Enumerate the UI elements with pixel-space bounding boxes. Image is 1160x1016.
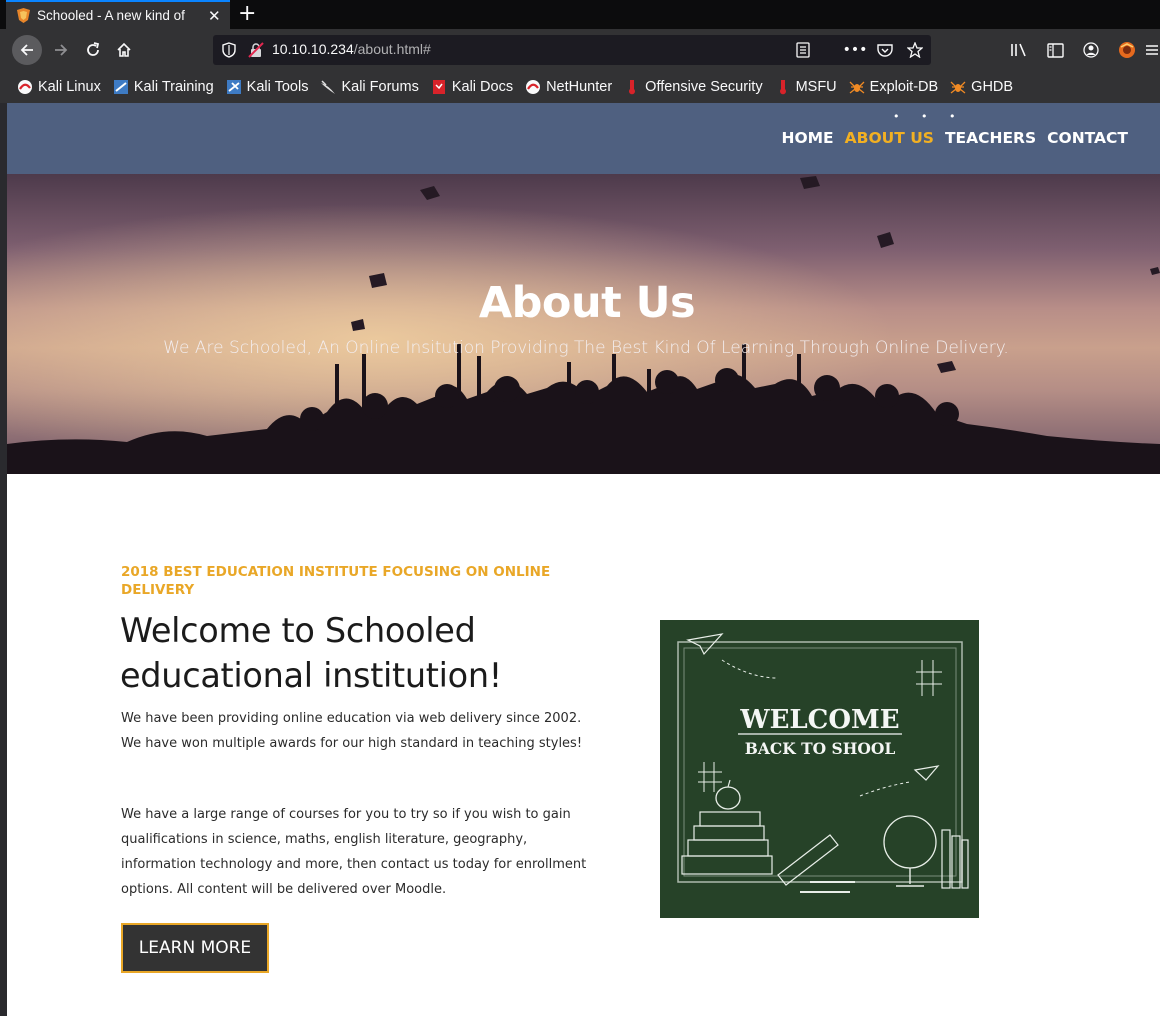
window-edge xyxy=(0,103,7,1016)
bookmark-label: Kali Tools xyxy=(246,79,309,95)
new-tab-button[interactable]: + xyxy=(238,2,256,26)
url-bar[interactable]: 10.10.10.234/about.html# ••• xyxy=(213,35,931,65)
kali-tools-icon xyxy=(226,79,242,95)
forward-button[interactable] xyxy=(46,35,76,65)
nav-link-contact[interactable]: CONTACT xyxy=(1047,129,1128,147)
bookmarks-toolbar: Kali Linux Kali Training Kali Tools Kali Fo… xyxy=(0,71,1160,103)
divider xyxy=(823,40,835,60)
nav-link-home[interactable]: HOME xyxy=(781,129,833,147)
bookmark-kali-forums[interactable]: Kali Forums xyxy=(320,79,419,95)
bookmark-label: Offensive Security xyxy=(645,79,763,95)
reload-icon xyxy=(87,42,100,56)
welcome-heading: Welcome to Schooled educational institut… xyxy=(120,611,502,695)
award-tagline: 2018 BEST EDUCATION INSTITUTE FOCUSING O… xyxy=(121,564,551,598)
chalkboard-line-1: WELCOME xyxy=(739,705,899,735)
reader-view-icon[interactable] xyxy=(793,40,813,60)
web-page: • • • HOME ABOUT US TEACHERS CONTACT Abo… xyxy=(7,103,1160,1016)
home-icon xyxy=(117,42,131,57)
bookmark-label: GHDB xyxy=(971,79,1014,95)
bookmark-kali-tools[interactable]: Kali Tools xyxy=(226,79,309,95)
spider-icon xyxy=(950,79,966,95)
reload-button[interactable] xyxy=(78,35,108,65)
page-title: About Us xyxy=(478,278,696,328)
close-tab-icon[interactable]: ✕ xyxy=(208,7,221,25)
back-button[interactable] xyxy=(12,35,42,65)
kali-training-icon xyxy=(113,79,129,95)
active-tab[interactable]: Schooled - A new kind of ✕ xyxy=(6,0,230,29)
tab-title: Schooled - A new kind of xyxy=(37,8,185,23)
insecure-lock-icon[interactable] xyxy=(248,42,264,62)
url-text[interactable]: 10.10.10.234/about.html# xyxy=(272,41,431,57)
bookmark-label: Kali Linux xyxy=(38,79,101,95)
menu-icon[interactable] xyxy=(1144,35,1160,65)
hero-banner: About Us We Are Schooled, An Online Insi… xyxy=(7,174,1160,474)
shield-icon[interactable] xyxy=(222,42,236,62)
tab-bar: Schooled - A new kind of ✕ + xyxy=(0,0,1160,29)
library-icon[interactable] xyxy=(1006,37,1032,63)
more-actions-icon[interactable]: ••• xyxy=(843,40,868,60)
navigation-toolbar: 10.10.10.234/about.html# ••• xyxy=(0,29,1160,71)
bookmark-offensive-security[interactable]: Offensive Security xyxy=(624,79,763,95)
pocket-icon[interactable] xyxy=(875,40,895,60)
bookmark-exploit-db[interactable]: Exploit-DB xyxy=(849,79,939,95)
site-header: • • • HOME ABOUT US TEACHERS CONTACT xyxy=(7,103,1160,174)
bookmark-label: NetHunter xyxy=(546,79,613,95)
kali-icon xyxy=(17,79,33,95)
kali-docs-icon xyxy=(431,79,447,95)
extension-icon[interactable] xyxy=(1114,37,1140,63)
chalkboard-line-2: BACK TO SHOOL xyxy=(745,739,896,758)
active-nav-indicator: • • • xyxy=(893,110,965,123)
page-subtitle: We Are Schooled, An Online Insitution Pr… xyxy=(163,338,1009,358)
bookmark-msfu[interactable]: MSFU xyxy=(775,79,837,95)
bookmark-label: MSFU xyxy=(795,79,837,95)
about-paragraph-1: We have been providing online education … xyxy=(121,711,583,751)
kali-dragon-icon xyxy=(320,79,336,95)
bookmark-label: Kali Training xyxy=(133,79,214,95)
spider-icon xyxy=(849,79,865,95)
offsec-icon xyxy=(624,79,640,95)
bookmark-kali-linux[interactable]: Kali Linux xyxy=(17,79,101,95)
bookmark-ghdb[interactable]: GHDB xyxy=(950,79,1013,95)
arrow-left-icon xyxy=(20,44,33,56)
about-paragraph-2: We have a large range of courses for you… xyxy=(121,807,587,897)
account-icon[interactable] xyxy=(1078,37,1104,63)
star-icon[interactable] xyxy=(905,40,925,60)
chalkboard-image: WELCOME BACK TO SHOOL xyxy=(660,620,979,918)
bookmark-label: Kali Forums xyxy=(341,79,419,95)
bookmark-label: Kali Docs xyxy=(451,79,514,95)
home-button[interactable] xyxy=(109,35,139,65)
site-favicon-icon xyxy=(16,8,31,23)
url-path: /about.html# xyxy=(353,41,431,57)
kali-icon xyxy=(525,79,541,95)
arrow-right-icon xyxy=(55,44,68,56)
bookmark-kali-docs[interactable]: Kali Docs xyxy=(431,79,513,95)
bookmark-label: Exploit-DB xyxy=(869,79,939,95)
url-host: 10.10.10.234 xyxy=(272,41,354,57)
offsec-icon xyxy=(775,79,791,95)
learn-more-button[interactable]: LEARN MORE xyxy=(121,923,269,973)
nav-link-about[interactable]: ABOUT US xyxy=(845,129,934,147)
site-navigation: HOME ABOUT US TEACHERS CONTACT xyxy=(781,129,1128,147)
sidebar-icon[interactable] xyxy=(1042,37,1068,63)
nav-link-teachers[interactable]: TEACHERS xyxy=(945,129,1036,147)
bookmark-kali-training[interactable]: Kali Training xyxy=(113,79,214,95)
bookmark-nethunter[interactable]: NetHunter xyxy=(525,79,612,95)
